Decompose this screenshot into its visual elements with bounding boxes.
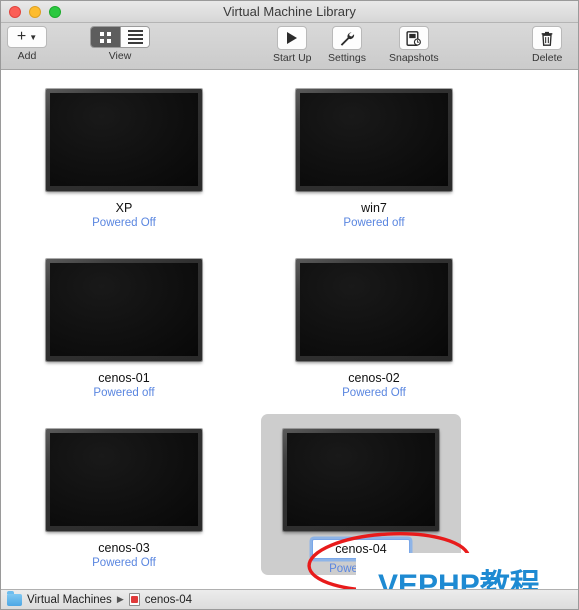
virtual-machine-library-window: Virtual Machine Library + ▼ Add View Sta… <box>0 0 579 610</box>
add-label: Add <box>17 50 37 62</box>
vm-state: Powered off <box>343 217 405 229</box>
trash-icon <box>541 31 553 46</box>
vm-name: cenos-02 <box>348 371 400 385</box>
play-icon <box>287 32 298 44</box>
folder-icon <box>7 590 22 606</box>
vm-thumbnail[interactable] <box>46 259 202 361</box>
delete-button[interactable]: Delete <box>532 26 562 64</box>
vm-library-grid: XP Powered Off win7 Powered off cenos-01… <box>1 70 578 590</box>
vm-file-icon <box>128 593 140 606</box>
vm-state: Powered off <box>93 387 155 399</box>
vm-thumbnail[interactable] <box>296 259 452 361</box>
vm-name: cenos-01 <box>98 371 150 385</box>
list-view-button[interactable] <box>120 27 149 47</box>
vm-item-cenos-03[interactable]: cenos-03 Powered Off <box>24 421 224 569</box>
toolbar: + ▼ Add View Start Up Settings Snapshots… <box>1 23 578 70</box>
vm-name: cenos-03 <box>98 541 150 555</box>
vm-name: XP <box>115 201 133 215</box>
breadcrumb-vm-label[interactable]: cenos-04 <box>145 594 192 606</box>
wrench-icon <box>341 31 355 46</box>
title-bar: Virtual Machine Library <box>1 1 578 23</box>
settings-button[interactable]: Settings <box>328 26 366 64</box>
vm-item-cenos-01[interactable]: cenos-01 Powered off <box>24 251 224 399</box>
vm-state: Powered Off <box>92 557 156 569</box>
snapshot-clock-icon <box>406 30 422 46</box>
delete-label: Delete <box>532 52 563 64</box>
vm-state: Powered Off <box>92 217 156 229</box>
breadcrumb-folder-label[interactable]: Virtual Machines <box>27 594 112 606</box>
plus-icon: + <box>16 28 27 45</box>
vm-thumbnail[interactable] <box>46 429 202 531</box>
vm-item-xp[interactable]: XP Powered Off <box>24 81 224 229</box>
add-button[interactable]: + ▼ Add <box>7 26 47 62</box>
snapshots-button[interactable]: Snapshots <box>389 26 439 64</box>
view-label: View <box>108 50 132 62</box>
vm-thumbnail[interactable] <box>296 89 452 191</box>
chevron-down-icon: ▼ <box>29 32 38 42</box>
settings-label: Settings <box>328 52 366 64</box>
breadcrumb-bar: Virtual Machines ▶ cenos-04 <box>1 589 578 609</box>
list-view-icon <box>127 30 143 44</box>
start-up-label: Start Up <box>273 52 312 64</box>
vm-thumbnail[interactable] <box>46 89 202 191</box>
grid-view-icon <box>100 31 111 43</box>
view-control[interactable]: View <box>90 26 150 62</box>
vm-state: Powered Off <box>342 387 406 399</box>
start-up-button[interactable]: Start Up <box>273 26 312 64</box>
vm-name: win7 <box>361 201 387 215</box>
grid-view-button[interactable] <box>91 27 120 47</box>
vm-item-win7[interactable]: win7 Powered off <box>274 81 474 229</box>
snapshots-label: Snapshots <box>389 52 439 64</box>
chevron-right-icon: ▶ <box>116 594 124 604</box>
vm-thumbnail[interactable] <box>283 429 439 531</box>
window-title: Virtual Machine Library <box>223 4 356 19</box>
vm-item-cenos-04[interactable]: cenos-04 Powered Off <box>261 414 461 575</box>
vm-item-cenos-02[interactable]: cenos-02 Powered Off <box>274 251 474 399</box>
